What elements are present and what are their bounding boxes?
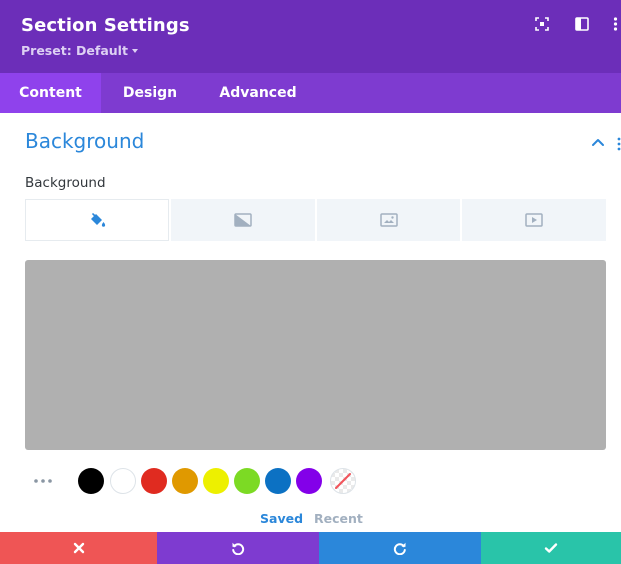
bg-tab-video[interactable] [462,199,606,241]
swatch-red[interactable] [141,468,167,494]
save-button[interactable] [481,532,621,564]
tab-design[interactable]: Design [101,73,199,113]
swatch-transparent[interactable] [330,468,356,494]
swatch-green[interactable] [234,468,260,494]
bg-tab-color[interactable] [25,199,169,241]
fullscreen-icon[interactable] [535,17,549,31]
settings-tabs: Content Design Advanced [0,73,621,113]
color-preview[interactable] [25,260,606,450]
cancel-button[interactable] [0,532,157,564]
check-icon [544,543,558,553]
close-icon [73,542,84,554]
background-type-tabs [25,199,606,241]
no-color-icon [335,473,351,489]
chevron-up-icon[interactable] [590,134,606,150]
gradient-icon [234,213,252,227]
tab-advanced[interactable]: Advanced [199,73,317,113]
kebab-menu-icon[interactable] [610,17,621,31]
more-colors-icon[interactable] [33,473,53,487]
modal-footer [0,532,621,564]
image-icon [379,213,398,227]
palette-tab-recent[interactable]: Recent [314,511,363,526]
section-title[interactable]: Background [25,129,144,153]
swatch-white[interactable] [110,468,136,494]
background-field-label: Background [25,175,106,191]
bg-tab-image[interactable] [317,199,460,241]
modal-header: Section Settings Preset: Default [0,0,621,73]
undo-button[interactable] [157,532,319,564]
tab-content[interactable]: Content [0,73,101,113]
modal-title: Section Settings [21,15,190,36]
bg-tab-gradient[interactable] [171,199,315,241]
swatch-orange[interactable] [172,468,198,494]
redo-icon [393,542,406,555]
swatch-purple[interactable] [296,468,322,494]
redo-button[interactable] [319,532,481,564]
palette-tab-saved[interactable]: Saved [260,511,303,526]
swatch-yellow[interactable] [203,468,229,494]
paint-bucket-icon [91,213,106,227]
undo-icon [232,542,245,555]
video-icon [525,213,543,227]
section-options-icon[interactable] [615,136,621,151]
preset-label: Preset: Default [21,43,128,58]
swatch-black[interactable] [78,468,104,494]
swatch-blue[interactable] [265,468,291,494]
preset-dropdown[interactable]: Preset: Default [21,43,138,58]
split-view-icon[interactable] [575,17,589,31]
caret-down-icon [131,48,138,53]
